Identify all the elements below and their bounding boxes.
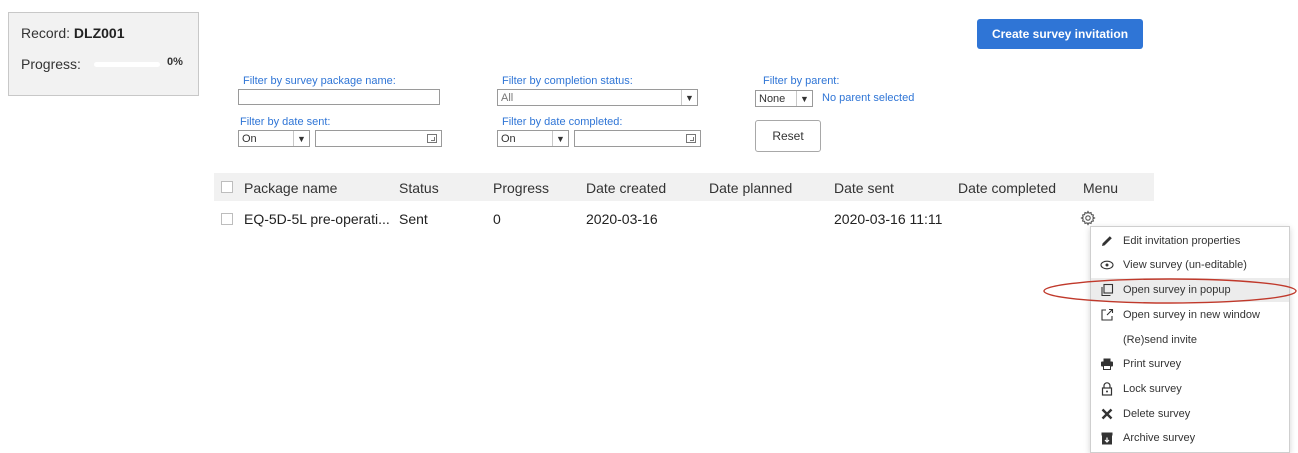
record-panel: Record: DLZ001 Progress: 0%: [8, 12, 199, 96]
column-header-menu: Menu: [1083, 180, 1119, 196]
row-actions-menu: Edit invitation properties View survey (…: [1090, 226, 1290, 453]
reset-button[interactable]: Reset: [755, 120, 821, 152]
cell-package-name: EQ-5D-5L pre-operati...: [244, 211, 390, 227]
cell-status: Sent: [399, 211, 428, 227]
filter-date-completed-operator-value: On: [501, 132, 516, 145]
create-survey-invitation-button[interactable]: Create survey invitation: [977, 19, 1143, 49]
menu-item-archive-survey[interactable]: Archive survey: [1091, 426, 1289, 450]
menu-item-label: Archive survey: [1123, 432, 1196, 444]
lock-icon: [1099, 381, 1115, 397]
pencil-icon: [1099, 233, 1115, 249]
filter-date-completed-label: Filter by date completed:: [502, 116, 623, 128]
filter-completion-status-label: Filter by completion status:: [502, 75, 633, 87]
filter-completion-status-select[interactable]: All ▼: [497, 89, 698, 106]
menu-item-edit-invitation-properties[interactable]: Edit invitation properties: [1091, 229, 1289, 253]
row-checkbox[interactable]: [221, 213, 233, 225]
column-header-date-completed[interactable]: Date completed: [958, 180, 1056, 196]
calendar-icon[interactable]: [427, 134, 437, 143]
cell-progress: 0: [493, 211, 501, 227]
calendar-icon[interactable]: [686, 134, 696, 143]
popup-icon: [1099, 282, 1115, 298]
chevron-down-icon: ▼: [681, 90, 697, 105]
select-all-checkbox[interactable]: [221, 181, 233, 193]
filter-parent-select[interactable]: None ▼: [755, 90, 813, 107]
filter-date-completed-input[interactable]: [574, 130, 701, 147]
printer-icon: [1099, 356, 1115, 372]
progress-percent: 0%: [167, 56, 183, 68]
menu-item-label: Open survey in popup: [1123, 284, 1231, 296]
record-id: DLZ001: [73, 25, 125, 41]
filter-date-sent-input[interactable]: [315, 130, 442, 147]
eye-icon: [1099, 257, 1115, 273]
filter-parent-label: Filter by parent:: [763, 75, 840, 87]
menu-item-delete-survey[interactable]: Delete survey: [1091, 402, 1289, 426]
menu-item-print-survey[interactable]: Print survey: [1091, 352, 1289, 376]
menu-item-label: (Re)send invite: [1123, 334, 1197, 346]
menu-item-label: Lock survey: [1123, 383, 1182, 395]
column-header-date-planned[interactable]: Date planned: [709, 180, 792, 196]
filter-date-sent-operator-value: On: [242, 132, 257, 145]
parent-selection-link[interactable]: No parent selected: [822, 92, 914, 104]
menu-item-view-survey[interactable]: View survey (un-editable): [1091, 253, 1289, 277]
menu-item-label: Print survey: [1123, 358, 1182, 370]
column-header-package-name[interactable]: Package name: [244, 180, 337, 196]
menu-item-lock-survey[interactable]: Lock survey: [1091, 377, 1289, 401]
menu-item-label: Open survey in new window: [1123, 309, 1260, 321]
menu-item-resend-invite[interactable]: (Re)send invite: [1091, 328, 1289, 352]
menu-item-open-survey-in-new-window[interactable]: Open survey in new window: [1091, 303, 1289, 327]
record-label: Record:: [21, 25, 71, 41]
x-icon: [1099, 406, 1115, 422]
chevron-down-icon: ▼: [293, 131, 309, 146]
filter-date-completed-operator[interactable]: On ▼: [497, 130, 569, 147]
filter-date-sent-operator[interactable]: On ▼: [238, 130, 310, 147]
cell-date-sent: 2020-03-16 11:11: [834, 211, 943, 227]
chevron-down-icon: ▼: [552, 131, 568, 146]
menu-item-open-survey-in-popup[interactable]: Open survey in popup: [1091, 278, 1289, 302]
menu-item-label: View survey (un-editable): [1123, 259, 1247, 271]
filter-completion-status-value: All: [501, 91, 514, 104]
filter-parent-value: None: [759, 92, 786, 105]
external-link-icon: [1099, 307, 1115, 323]
progress-label: Progress:: [21, 56, 81, 72]
column-header-date-sent[interactable]: Date sent: [834, 180, 894, 196]
gear-icon[interactable]: [1080, 210, 1096, 226]
filter-package-name-input[interactable]: [238, 89, 440, 105]
progress-bar: [94, 62, 160, 67]
filter-package-name-label: Filter by survey package name:: [243, 75, 396, 87]
filter-date-sent-label: Filter by date sent:: [240, 116, 331, 128]
archive-icon: [1099, 430, 1115, 446]
column-header-date-created[interactable]: Date created: [586, 180, 666, 196]
record-heading: Record: DLZ001: [21, 25, 125, 41]
cell-date-created: 2020-03-16: [586, 211, 658, 227]
column-header-progress[interactable]: Progress: [493, 180, 549, 196]
chevron-down-icon: ▼: [796, 91, 812, 106]
menu-item-label: Delete survey: [1123, 408, 1191, 420]
column-header-status[interactable]: Status: [399, 180, 439, 196]
menu-item-label: Edit invitation properties: [1123, 235, 1241, 247]
